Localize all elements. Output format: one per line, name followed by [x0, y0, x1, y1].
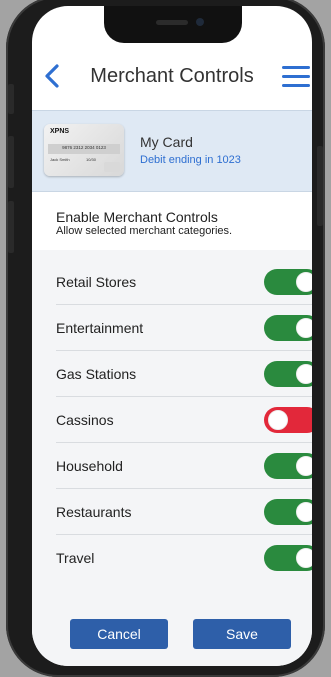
hamburger-menu-icon	[282, 66, 310, 69]
card-selector[interactable]: XPNS 9876 2312 2034 0123 Jack Smith 10/3…	[32, 110, 312, 192]
category-row-retail-stores: Retail Stores	[32, 259, 312, 305]
category-row-cassinos: Cassinos	[32, 397, 312, 443]
toggle-switch[interactable]	[264, 499, 312, 525]
section-subtitle: Allow selected merchant categories.	[56, 225, 233, 237]
speaker-grille	[156, 20, 188, 25]
card-number: 9876 2312 2034 0123	[62, 145, 106, 150]
category-label: Cassinos	[56, 412, 114, 428]
category-row-restaurants: Restaurants	[32, 489, 312, 535]
header-bar: Merchant Controls	[32, 44, 312, 110]
card-expiry: 10/30	[86, 157, 97, 162]
category-label: Travel	[56, 550, 95, 566]
volume-up-button	[8, 136, 14, 188]
card-brand-logo: XPNS	[50, 128, 70, 135]
toggle-knob	[296, 364, 312, 384]
hamburger-menu-icon	[282, 75, 310, 78]
category-label: Entertainment	[56, 320, 144, 336]
toggle-switch[interactable]	[264, 361, 312, 387]
category-label: Restaurants	[56, 504, 132, 520]
silent-switch	[8, 84, 14, 114]
category-label: Gas Stations	[56, 366, 137, 382]
category-row-travel: Travel	[32, 535, 312, 581]
phone-frame: Merchant Controls XPNS 9876 2312 2034 01…	[6, 0, 325, 677]
category-row-household: Household	[32, 443, 312, 489]
app-screen: Merchant Controls XPNS 9876 2312 2034 01…	[32, 6, 312, 666]
card-chip	[104, 162, 120, 172]
card-holder-name: Jack Smith	[50, 157, 70, 162]
toggle-switch[interactable]	[264, 407, 312, 433]
card-name: My Card	[140, 134, 193, 150]
toggle-switch[interactable]	[264, 269, 312, 295]
toggle-switch[interactable]	[264, 545, 312, 571]
category-label: Household	[56, 458, 123, 474]
enable-section: Enable Merchant Controls Allow selected …	[32, 192, 312, 250]
toggle-knob	[296, 548, 312, 568]
power-button	[317, 146, 323, 226]
toggle-knob	[296, 456, 312, 476]
toggle-knob	[296, 272, 312, 292]
category-label: Retail Stores	[56, 274, 137, 290]
card-subtitle: Debit ending in 1023	[140, 154, 241, 166]
page-title: Merchant Controls	[90, 65, 254, 87]
menu-button[interactable]	[282, 66, 310, 88]
volume-down-button	[8, 201, 14, 253]
category-list: Retail Stores Entertainment Gas Stations…	[32, 250, 312, 581]
section-title: Enable Merchant Controls	[56, 209, 218, 225]
phone-notch	[104, 6, 242, 43]
card-image: XPNS 9876 2312 2034 0123 Jack Smith 10/3…	[44, 124, 124, 176]
cancel-button[interactable]: Cancel	[70, 619, 168, 649]
toggle-knob	[268, 410, 288, 430]
toggle-switch[interactable]	[264, 453, 312, 479]
action-bar: Cancel Save	[32, 580, 312, 666]
toggle-knob	[296, 502, 312, 522]
front-camera	[196, 18, 204, 26]
save-button[interactable]: Save	[193, 619, 291, 649]
category-row-entertainment: Entertainment	[32, 305, 312, 351]
toggle-knob	[296, 318, 312, 338]
category-row-gas-stations: Gas Stations	[32, 351, 312, 397]
toggle-switch[interactable]	[264, 315, 312, 341]
hamburger-menu-icon	[282, 84, 310, 87]
